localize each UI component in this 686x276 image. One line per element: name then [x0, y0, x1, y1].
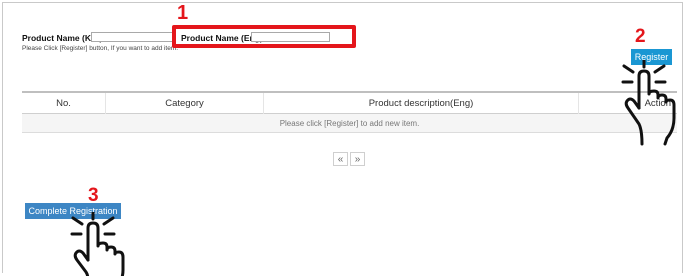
product-name-kor-input[interactable] [91, 32, 176, 42]
empty-table-row: Please click [Register] to add new item. [22, 113, 677, 133]
hand-pointer-icon [70, 212, 125, 276]
callout-number-2: 2 [635, 26, 646, 47]
hand-pointer-icon [621, 60, 676, 146]
product-table: No. Category Product description(Eng) Ac… [22, 91, 677, 133]
callout-highlight-box [172, 25, 356, 48]
column-header-no: No. [22, 92, 106, 114]
callout-number-1: 1 [177, 2, 189, 24]
table-header-row: No. Category Product description(Eng) Ac… [22, 92, 677, 114]
register-instruction-text: Please Click [Register] button, If you w… [22, 45, 179, 52]
column-header-category: Category [105, 92, 264, 114]
pagination-prev-button[interactable]: « [333, 152, 348, 166]
empty-table-message: Please click [Register] to add new item. [22, 113, 677, 133]
pagination-next-button[interactable]: » [350, 152, 365, 166]
column-header-description: Product description(Eng) [263, 92, 579, 114]
